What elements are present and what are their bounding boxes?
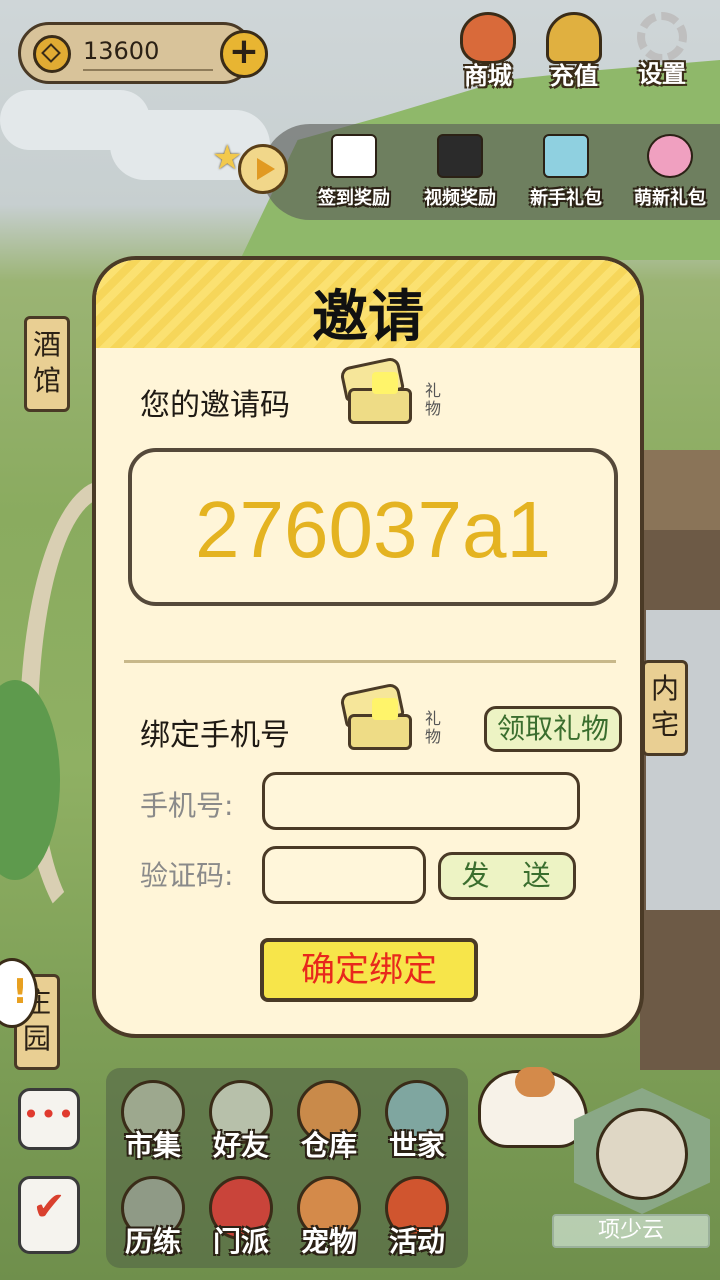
bind-phone-label: 绑定手机号: [140, 718, 290, 753]
market-button[interactable]: 市集: [108, 1080, 198, 1172]
mascot-icon: [647, 134, 693, 178]
inner-house-sign-label: 内宅: [650, 672, 679, 741]
coin-icon: [33, 35, 71, 73]
clapperboard-icon: [437, 134, 483, 178]
pets-button[interactable]: 宠物: [284, 1176, 374, 1268]
warehouse-button[interactable]: 仓库: [284, 1080, 374, 1172]
gift-tag: 礼物: [424, 381, 441, 418]
cute-pack-button[interactable]: 萌新礼包: [622, 134, 718, 210]
training-button[interactable]: 历练: [108, 1176, 198, 1268]
checkmark-icon: ✔: [32, 1184, 66, 1230]
claim-gift-button[interactable]: 领取礼物: [484, 706, 622, 752]
shop-label: 商城: [464, 62, 512, 90]
newbie-pack-label: 新手礼包: [530, 188, 602, 209]
gift-chest-icon: [338, 356, 418, 426]
shop-button[interactable]: 商城: [446, 12, 530, 104]
verify-code-input[interactable]: [262, 846, 426, 904]
friends-label: 好友: [212, 1129, 269, 1162]
gift-tag: 礼物: [424, 709, 441, 746]
play-icon[interactable]: [238, 144, 288, 194]
currency-amount: 13600: [83, 37, 160, 65]
chat-button[interactable]: •••: [18, 1088, 80, 1150]
tasks-button[interactable]: ✔: [18, 1176, 80, 1254]
house-wall: [646, 610, 720, 910]
currency-display: 13600: [18, 22, 254, 84]
dog-pet[interactable]: [478, 1067, 588, 1148]
verify-code-label: 验证码:: [140, 859, 234, 892]
inner-house-sign[interactable]: 内宅: [642, 660, 688, 756]
tavern-sign-label: 酒馆: [32, 328, 61, 397]
warehouse-label: 仓库: [300, 1129, 357, 1162]
currency-underline: [83, 69, 213, 71]
player-name: 项少云: [552, 1214, 710, 1248]
market-label: 市集: [124, 1129, 181, 1162]
plus-icon: +: [228, 31, 260, 72]
invite-code: 276037a1: [195, 485, 551, 574]
video-reward-button[interactable]: 视频奖励: [412, 134, 508, 210]
pets-label: 宠物: [300, 1225, 357, 1258]
friends-button[interactable]: 好友: [196, 1080, 286, 1172]
phone-input[interactable]: [262, 772, 580, 830]
training-label: 历练: [124, 1225, 181, 1258]
avatar[interactable]: [596, 1108, 688, 1200]
chest-icon: [543, 134, 589, 178]
events-label: 活动: [388, 1225, 445, 1258]
signin-reward-button[interactable]: 签到奖励: [306, 134, 402, 210]
dialog-title: 邀请: [312, 285, 424, 350]
events-button[interactable]: 活动: [372, 1176, 462, 1268]
video-reward-label: 视频奖励: [424, 188, 496, 209]
signin-reward-label: 签到奖励: [318, 188, 390, 209]
family-button[interactable]: 世家: [372, 1080, 462, 1172]
settings-label: 设置: [638, 60, 686, 88]
family-label: 世家: [388, 1129, 445, 1162]
recharge-button[interactable]: 充值: [532, 12, 616, 104]
phone-label: 手机号:: [140, 789, 234, 822]
invite-code-label: 您的邀请码: [140, 388, 290, 423]
chat-icon: •••: [22, 1098, 76, 1131]
calendar-icon: [331, 134, 377, 178]
sect-label: 门派: [212, 1225, 269, 1258]
sect-button[interactable]: 门派: [196, 1176, 286, 1268]
send-code-button[interactable]: 发 送: [438, 852, 576, 900]
add-currency-button[interactable]: +: [220, 30, 268, 78]
recharge-label: 充值: [550, 62, 598, 90]
invite-code-box: 276037a1: [128, 448, 618, 606]
gift-chest-icon: [338, 682, 418, 752]
newbie-pack-button[interactable]: 新手礼包: [518, 134, 614, 210]
confirm-bind-button[interactable]: 确定绑定: [260, 938, 478, 1002]
tavern-sign[interactable]: 酒馆: [24, 316, 70, 412]
cute-pack-label: 萌新礼包: [634, 188, 706, 209]
invite-dialog: 邀请 您的邀请码 礼物 276037a1 绑定手机号 礼物 领取礼物 手机号: …: [92, 256, 644, 1038]
divider: [124, 660, 616, 663]
house-scenery: [630, 450, 720, 1070]
settings-button[interactable]: 设置: [620, 12, 704, 104]
